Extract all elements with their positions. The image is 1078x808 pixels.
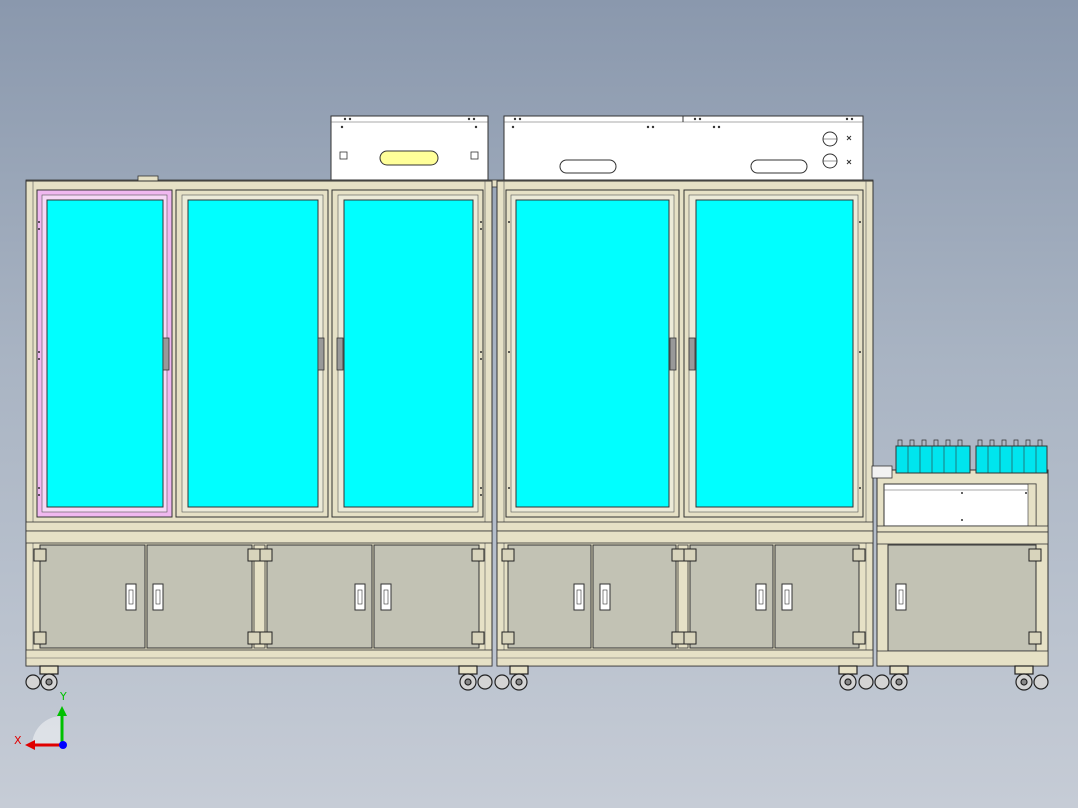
lower-cabinet-left: [33, 544, 485, 649]
door-handle-icon[interactable]: [336, 337, 344, 371]
glass-door-2[interactable]: [175, 189, 329, 518]
door-handle-icon[interactable]: [895, 583, 907, 611]
side-panel: [883, 483, 1037, 527]
top-control-box-right: [503, 115, 864, 181]
glass-door-1[interactable]: [36, 189, 173, 518]
top-knob: [137, 175, 159, 182]
tray-right: [975, 439, 1048, 474]
cad-drawing-view[interactable]: Y X: [0, 0, 1078, 808]
door-handle-icon[interactable]: [162, 337, 170, 371]
lower-cabinet-right: [501, 544, 866, 649]
indicator-light: [379, 150, 439, 166]
handle-slot: [750, 159, 808, 174]
door-handle-icon[interactable]: [669, 337, 677, 371]
glass-door-5[interactable]: [683, 189, 864, 518]
door-handle-icon[interactable]: [688, 337, 696, 371]
axis-label-y: Y: [59, 690, 67, 703]
axis-label-x: X: [14, 734, 22, 747]
door-handle-icon[interactable]: [317, 337, 325, 371]
handle-slot: [559, 159, 617, 174]
coordinate-triad-icon: Y X: [14, 690, 67, 750]
caster-wheel-icon: [25, 665, 1049, 691]
side-module: [871, 439, 1049, 667]
top-control-box-left: [330, 115, 489, 181]
glass-door-3[interactable]: [331, 189, 484, 518]
glass-door-4[interactable]: [505, 189, 680, 518]
tray-left: [895, 439, 971, 474]
cabinet-door[interactable]: [887, 544, 1037, 652]
